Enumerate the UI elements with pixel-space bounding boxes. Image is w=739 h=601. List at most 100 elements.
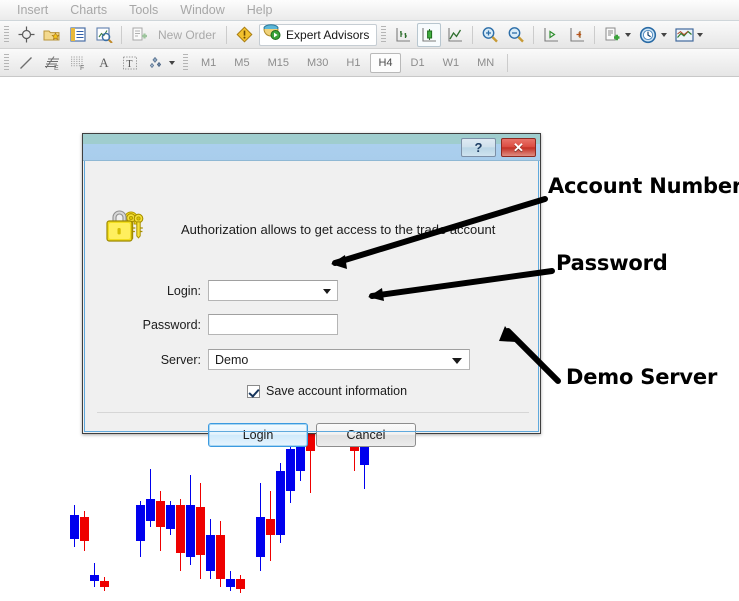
periods-icon[interactable] (636, 23, 660, 47)
menu-item-charts[interactable]: Charts (59, 1, 118, 19)
new-order-icon (127, 23, 151, 47)
dialog-separator (97, 412, 529, 413)
server-select[interactable]: Demo (208, 349, 470, 370)
menu-item-window[interactable]: Window (169, 1, 235, 19)
timeframe-m30[interactable]: M30 (299, 53, 336, 73)
text-label-icon[interactable]: T (118, 51, 142, 75)
cancel-button[interactable]: Cancel (316, 423, 416, 447)
candle-body (70, 515, 79, 539)
candle-body (276, 471, 285, 535)
timeframe-h1[interactable]: H1 (338, 53, 368, 73)
menu-item-tools[interactable]: Tools (118, 1, 169, 19)
timeframe-m5[interactable]: M5 (226, 53, 257, 73)
candle-body (256, 517, 265, 557)
candle-body (286, 449, 295, 491)
cursor-line-icon[interactable] (14, 51, 38, 75)
navigator-search-icon[interactable] (92, 23, 116, 47)
zoom-out-icon[interactable] (504, 23, 528, 47)
candle-body (80, 517, 89, 541)
templates-icon[interactable] (672, 23, 696, 47)
dialog-body: Authorization allows to get access to th… (84, 162, 539, 447)
objects-dropdown-arrow-icon[interactable] (169, 60, 175, 65)
candle-body (90, 575, 99, 581)
svg-text:F: F (80, 65, 84, 71)
server-selected-value: Demo (215, 352, 249, 367)
expert-advisors-label: Expert Advisors (286, 27, 370, 42)
toolbar-separator-5 (594, 25, 596, 44)
login-field-row: Login: (109, 280, 338, 301)
timeframes-end-separator (507, 53, 509, 72)
expert-advisors-button[interactable]: Expert Advisors (259, 23, 378, 46)
line-chart-icon[interactable] (443, 23, 467, 47)
toolbar-separator-4 (533, 25, 535, 44)
objects-icon[interactable] (144, 51, 168, 75)
close-icon: ✕ (513, 140, 524, 155)
main-toolbar: New Order Expert Advisors (0, 21, 739, 49)
annotation-label-account-number: Account Number (548, 174, 739, 198)
close-button[interactable]: ✕ (501, 138, 536, 157)
data-window-icon[interactable] (66, 23, 90, 47)
bar-chart-icon[interactable] (391, 23, 415, 47)
candlestick-chart-icon[interactable] (417, 22, 442, 47)
toolbar-grip[interactable] (4, 25, 9, 44)
password-field-row: Password: (109, 314, 338, 335)
line-studies-toolbar: E F A T M1 M5 M15 M30 H1 H4 D1 W1 MN (0, 49, 739, 77)
chevron-down-icon[interactable] (452, 357, 462, 364)
auto-scroll-icon[interactable] (539, 23, 563, 47)
candle-body (216, 535, 225, 579)
menu-item-insert[interactable]: Insert (6, 1, 59, 19)
candle-body (100, 581, 109, 587)
toolbar-grip-2[interactable] (381, 25, 387, 44)
dialog-title-bar[interactable]: ? ✕ (83, 134, 540, 161)
timeframe-h4[interactable]: H4 (370, 52, 401, 73)
open-folder-favorite-icon[interactable] (40, 23, 64, 47)
indicators-dropdown-arrow-icon[interactable] (625, 32, 632, 37)
menu-item-help[interactable]: Help (236, 1, 284, 19)
periods-dropdown-arrow-icon[interactable] (661, 32, 668, 37)
login-dialog: ? ✕ Authorization allows to get access t… (82, 133, 541, 447)
timeframes-grip[interactable] (183, 53, 188, 72)
save-account-checkbox[interactable] (247, 384, 260, 398)
candle-body (136, 505, 145, 541)
login-input[interactable] (208, 280, 338, 301)
annotation-label-demo-server: Demo Server (566, 365, 718, 389)
timeframe-m15[interactable]: M15 (260, 53, 297, 73)
zoom-in-icon[interactable] (478, 23, 502, 47)
login-button[interactable]: Login (208, 423, 308, 447)
server-field-row: Server: Demo (109, 349, 470, 370)
login-dropdown-arrow-icon[interactable] (323, 288, 331, 294)
timeframe-w1[interactable]: W1 (435, 53, 468, 73)
toolbar-separator-2 (226, 25, 228, 44)
annotation-label-password: Password (556, 251, 668, 275)
password-input[interactable] (208, 314, 338, 335)
indicators-icon[interactable] (600, 23, 624, 47)
save-account-checkbox-row[interactable]: Save account information (247, 384, 407, 398)
svg-text:T: T (126, 59, 132, 70)
candle-body (206, 535, 215, 571)
candle-body (166, 505, 175, 529)
line-studies-grip[interactable] (4, 53, 9, 72)
timeframe-d1[interactable]: D1 (403, 53, 433, 73)
crosshair-icon[interactable] (14, 23, 38, 47)
channel-icon[interactable]: F (66, 51, 90, 75)
alert-icon[interactable] (232, 23, 256, 47)
save-account-label: Save account information (266, 384, 408, 398)
expert-advisors-icon (262, 23, 282, 46)
toolbar-separator-3 (472, 25, 474, 44)
candle-body (266, 519, 275, 535)
fibonacci-icon[interactable]: E (40, 51, 64, 75)
new-order-label[interactable]: New Order (152, 28, 222, 42)
templates-dropdown-arrow-icon[interactable] (697, 32, 704, 37)
text-icon[interactable]: A (92, 51, 116, 75)
chart-shift-icon[interactable] (565, 23, 589, 47)
candle-body (196, 507, 205, 555)
candle-body (186, 505, 195, 557)
help-button[interactable]: ? (461, 138, 496, 157)
svg-text:E: E (54, 65, 59, 71)
menu-bar: Insert Charts Tools Window Help (0, 0, 739, 21)
timeframe-m1[interactable]: M1 (193, 53, 224, 73)
password-label: Password: (142, 317, 201, 332)
candle-body (236, 579, 245, 589)
toolbar-separator (121, 25, 122, 44)
timeframe-mn[interactable]: MN (469, 53, 502, 73)
